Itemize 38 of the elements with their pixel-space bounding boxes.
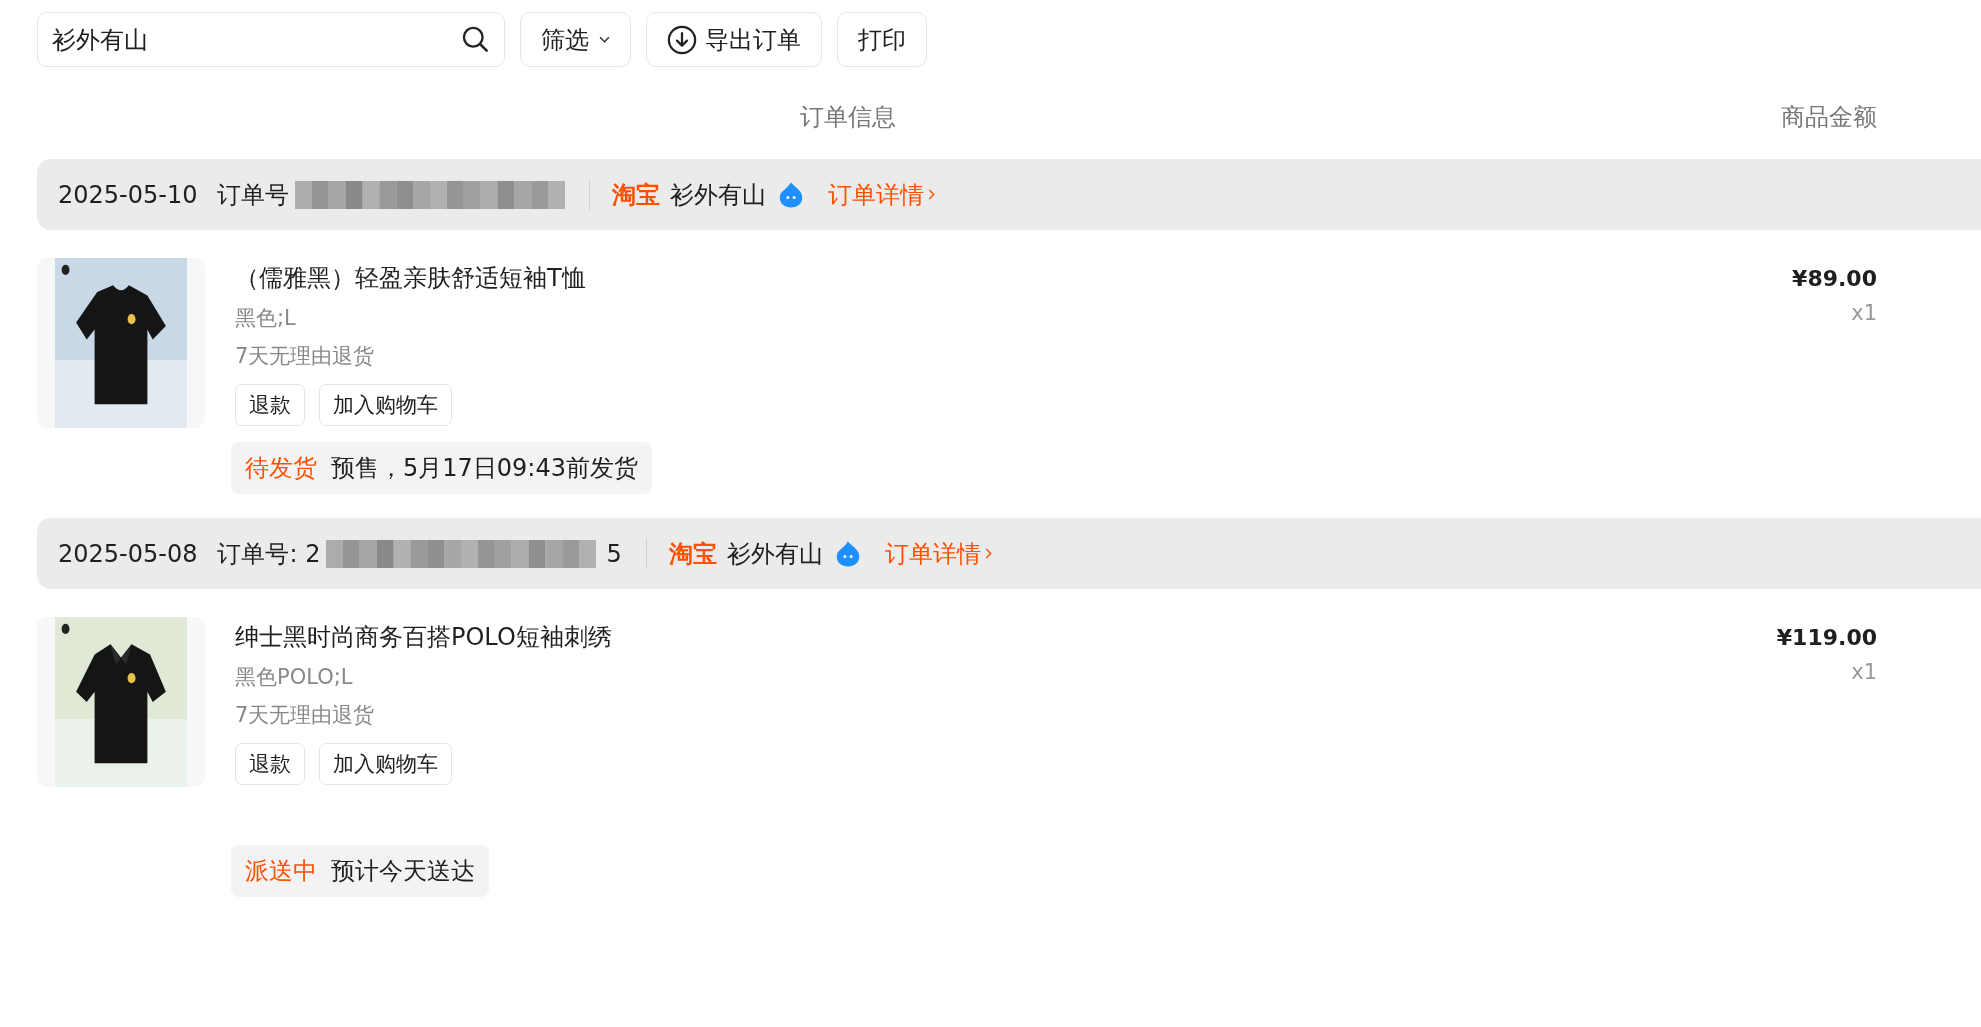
order-number-label: 订单号 bbox=[217, 179, 290, 211]
product-title[interactable]: （儒雅黑）轻盈亲肤舒适短袖T恤 bbox=[235, 262, 1793, 294]
platform-label: 淘宝 bbox=[612, 179, 661, 211]
chevron-icon bbox=[928, 189, 936, 200]
product-spec: 黑色POLO;L bbox=[235, 664, 354, 691]
print-button[interactable]: 打印 bbox=[837, 12, 927, 67]
download-icon bbox=[667, 24, 697, 55]
status-label: 派送中 bbox=[245, 856, 317, 887]
product-spec: 黑色;L bbox=[235, 305, 297, 332]
platform-label: 淘宝 bbox=[668, 538, 717, 570]
action-button[interactable]: 退款 bbox=[235, 384, 305, 426]
price: ¥89.00 bbox=[1792, 266, 1877, 291]
status-note: 预计今天送达 bbox=[331, 856, 475, 887]
column-header: 订单信息 bbox=[800, 102, 896, 133]
shop-name[interactable]: 衫外有山 bbox=[670, 178, 767, 211]
caret-icon bbox=[599, 36, 610, 43]
action-button[interactable]: 加入购物车 bbox=[319, 384, 452, 426]
search-icon[interactable] bbox=[461, 25, 489, 53]
return-policy: 7天无理由退货 bbox=[235, 343, 376, 370]
action-button[interactable]: 加入购物车 bbox=[319, 743, 452, 785]
status-note: 预售，5月17日09:43前发货 bbox=[331, 453, 638, 484]
shop-name[interactable]: 衫外有山 bbox=[726, 537, 823, 570]
filter-button[interactable]: 筛选 bbox=[520, 12, 631, 67]
order-date: 2025-05-10 bbox=[58, 180, 198, 209]
product-title[interactable]: 绅士黑时尚商务百搭POLO短袖刺绣 bbox=[235, 621, 1777, 653]
export-button[interactable]: 导出订单 bbox=[646, 12, 822, 67]
search-field[interactable]: 衫外有山 bbox=[37, 12, 505, 67]
return-policy: 7天无理由退货 bbox=[235, 702, 376, 729]
column-header: 商品金额 bbox=[1781, 102, 1877, 133]
status-label: 待发货 bbox=[245, 453, 317, 484]
quantity: x1 bbox=[1850, 660, 1877, 684]
quantity: x1 bbox=[1850, 301, 1877, 325]
chevron-icon bbox=[984, 548, 992, 559]
order-number-label: 5 bbox=[606, 539, 622, 568]
action-button[interactable]: 退款 bbox=[235, 743, 305, 785]
order-date: 2025-05-08 bbox=[58, 539, 198, 568]
order-number-label: 订单号: 2 bbox=[217, 538, 321, 570]
price: ¥119.00 bbox=[1776, 625, 1877, 650]
